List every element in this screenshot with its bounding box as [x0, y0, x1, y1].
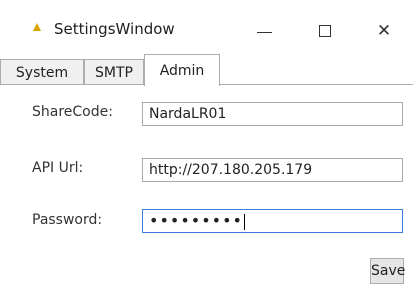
tab-admin[interactable]: Admin	[144, 54, 220, 86]
settings-window: SettingsWindow ✕ System SMTP Admin Share…	[0, 0, 413, 298]
save-button[interactable]: Save	[370, 258, 405, 284]
title-bar[interactable]: SettingsWindow ✕	[0, 0, 413, 52]
sharecode-input[interactable]	[142, 102, 403, 126]
password-input[interactable]: •••••••••	[142, 209, 403, 233]
tab-smtp[interactable]: SMTP	[84, 59, 144, 85]
window-title: SettingsWindow	[54, 20, 175, 38]
tab-system[interactable]: System	[0, 59, 84, 85]
minimize-icon	[256, 31, 272, 33]
admin-tab-panel: ShareCode: API Url: Password: •••••••••	[0, 84, 413, 298]
api-url-input[interactable]	[142, 158, 403, 182]
close-icon: ✕	[376, 21, 392, 41]
password-mask: •••••••••	[149, 211, 243, 230]
password-label: Password:	[32, 212, 103, 228]
api-url-label: API Url:	[32, 160, 84, 176]
text-caret	[243, 214, 245, 230]
minimize-button[interactable]	[244, 14, 284, 48]
tab-strip: System SMTP Admin	[0, 54, 413, 86]
maximize-button[interactable]	[305, 14, 345, 48]
app-icon	[33, 23, 41, 31]
sharecode-label: ShareCode:	[32, 104, 113, 120]
maximize-icon	[319, 25, 331, 37]
close-button[interactable]: ✕	[364, 14, 404, 48]
